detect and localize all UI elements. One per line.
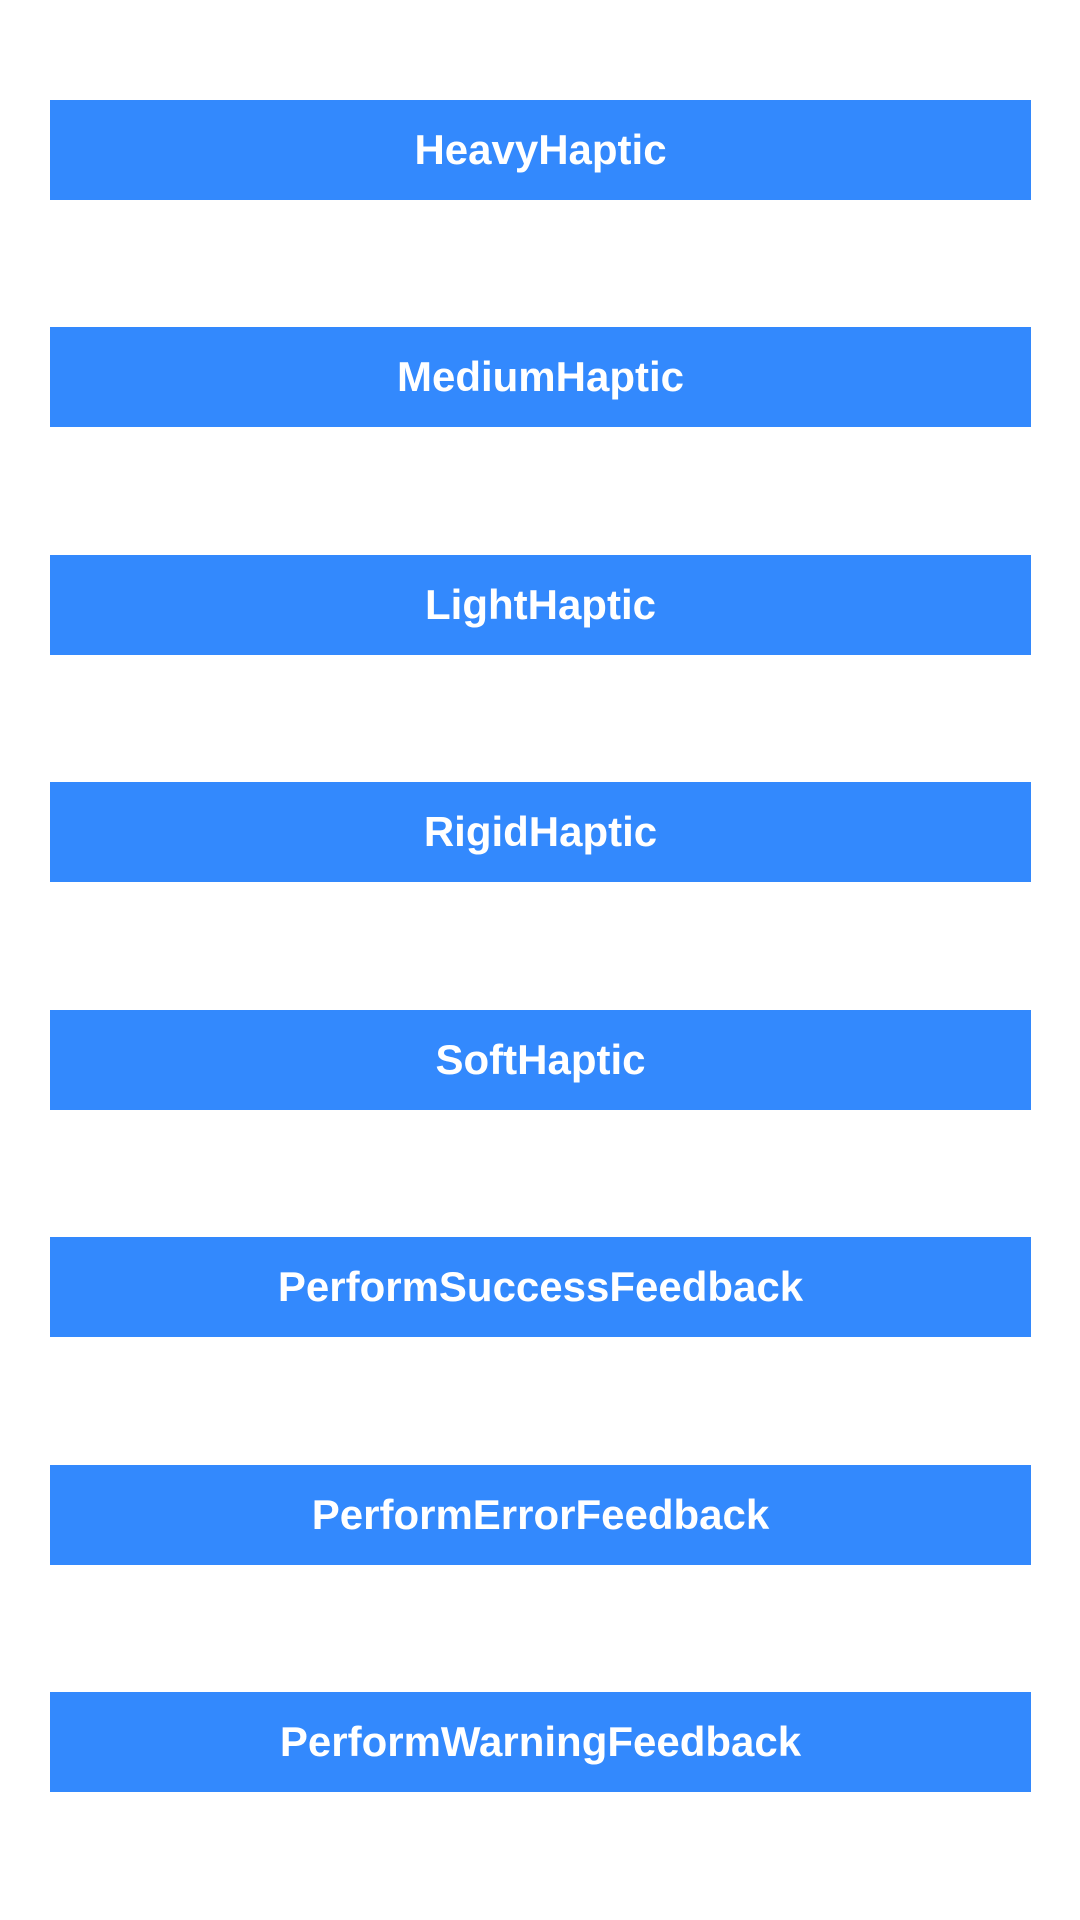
heavy-haptic-label: HeavyHaptic xyxy=(414,126,667,173)
medium-haptic-label: MediumHaptic xyxy=(396,353,685,400)
perform-error-feedback-label: PerformErrorFeedback xyxy=(311,1491,770,1538)
soft-haptic-button[interactable]: SoftHaptic xyxy=(50,1010,1031,1110)
perform-warning-feedback-label: PerformWarningFeedback xyxy=(279,1718,802,1765)
perform-error-feedback-button[interactable]: PerformErrorFeedback xyxy=(50,1465,1031,1565)
perform-success-feedback-label: PerformSuccessFeedback xyxy=(277,1263,804,1310)
soft-haptic-label: SoftHaptic xyxy=(435,1036,646,1083)
light-haptic-label: LightHaptic xyxy=(425,581,656,628)
perform-warning-feedback-button[interactable]: PerformWarningFeedback xyxy=(50,1692,1031,1792)
medium-haptic-button[interactable]: MediumHaptic xyxy=(50,327,1031,427)
perform-success-feedback-button[interactable]: PerformSuccessFeedback xyxy=(50,1237,1031,1337)
rigid-haptic-button[interactable]: RigidHaptic xyxy=(50,782,1031,882)
rigid-haptic-label: RigidHaptic xyxy=(423,808,658,855)
heavy-haptic-button[interactable]: HeavyHaptic xyxy=(50,100,1031,200)
light-haptic-button[interactable]: LightHaptic xyxy=(50,555,1031,655)
